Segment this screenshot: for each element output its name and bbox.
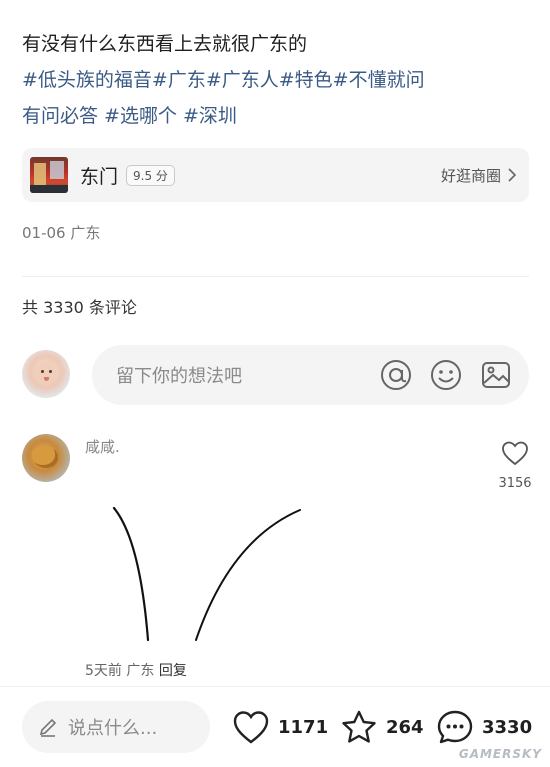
like-count: 1171 [278, 716, 329, 738]
comment-input[interactable]: 留下你的想法吧 [92, 345, 529, 405]
comment-meta: 5天前 广东 回复 [85, 660, 187, 680]
poi-category-link[interactable]: 好逛商圈 [441, 165, 517, 186]
say-something-placeholder: 说点什么... [68, 718, 158, 739]
pencil-icon [39, 718, 57, 737]
star-count: 264 [386, 716, 424, 738]
post-body: 有没有什么东西看上去就很广东的 #低头族的福音#广东#广东人#特色#不懂就问 有… [22, 26, 532, 134]
bottom-bar: 说点什么... 1171 264 3330 GAMERSKY [0, 686, 550, 767]
post-tags-line-1[interactable]: #低头族的福音#广东#广东人#特色#不懂就问 [22, 62, 532, 98]
post-text: 有没有什么东西看上去就很广东的 [22, 33, 308, 55]
divider [22, 276, 529, 277]
comment-like-count: 3156 [498, 476, 532, 491]
heart-icon[interactable] [501, 440, 529, 466]
comment-author[interactable]: 咸咸. [85, 436, 120, 457]
comment-location: 广东 [126, 663, 155, 679]
image-icon[interactable] [479, 358, 513, 392]
my-avatar[interactable] [22, 350, 70, 398]
comment-button[interactable]: 3330 [436, 709, 532, 745]
commenter-avatar[interactable] [22, 434, 70, 482]
post-tags-line-2[interactable]: 有问必答 #选哪个 #深圳 [22, 98, 532, 134]
poi-category-label: 好逛商圈 [440, 166, 501, 185]
watermark: GAMERSKY [458, 747, 542, 761]
chat-bubble-icon [437, 710, 473, 744]
heart-icon [233, 711, 269, 744]
like-button[interactable]: 1171 [232, 709, 328, 745]
poi-card[interactable]: 东门 9.5 分 好逛商圈 [22, 148, 529, 202]
comment-like[interactable]: 3156 [495, 440, 535, 491]
reply-button[interactable]: 回复 [159, 663, 187, 679]
post-date-location: 01-06 广东 [22, 224, 101, 242]
star-button[interactable]: 264 [340, 709, 424, 745]
poi-score-badge: 9.5 分 [126, 164, 175, 186]
at-icon[interactable] [379, 358, 413, 392]
comment-sketch-image [112, 506, 301, 642]
say-something-input[interactable]: 说点什么... [22, 701, 210, 753]
comment-time: 5天前 [85, 663, 122, 679]
comment-count: 3330 [482, 716, 533, 738]
poi-name: 东门 [80, 165, 119, 188]
comment-input-placeholder: 留下你的想法吧 [116, 366, 242, 387]
emoji-icon[interactable] [429, 358, 463, 392]
star-icon [342, 710, 376, 743]
chevron-right-icon [508, 168, 517, 182]
comments-count: 共 3330 条评论 [22, 298, 137, 317]
poi-thumbnail [30, 157, 68, 193]
